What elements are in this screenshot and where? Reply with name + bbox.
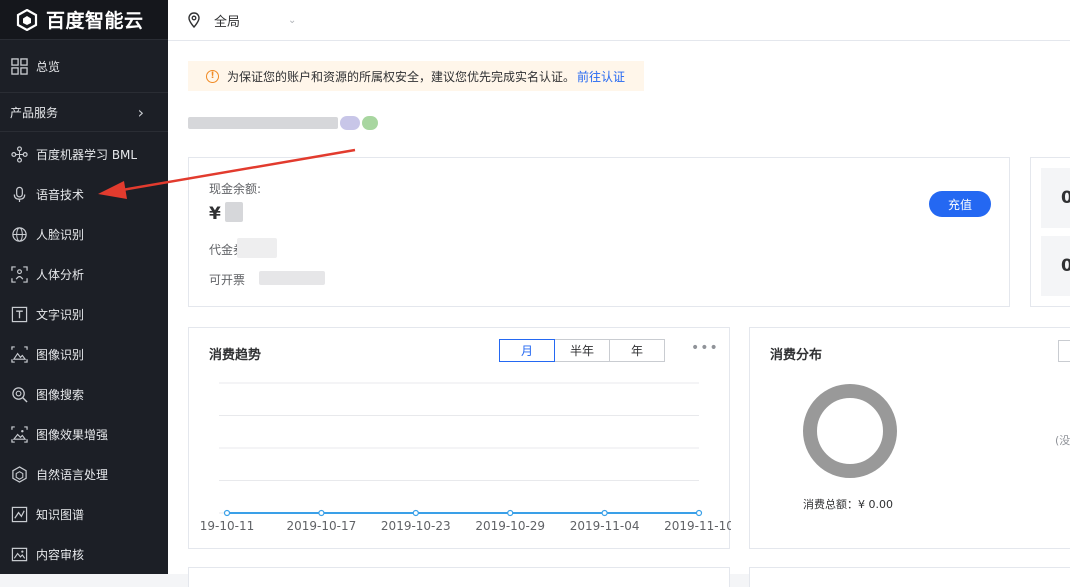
spending-distribution-card: 消费分布 消费总额：¥ 0.00 (没 [749, 327, 1070, 549]
redacted-badge [340, 116, 360, 130]
location-pin-icon [188, 12, 200, 28]
x-tick-label: 2019-10-17 [287, 519, 357, 533]
redacted-voucher [237, 238, 277, 258]
brand-logo[interactable]: 百度智能云 [0, 0, 168, 40]
balance-card: 现金余额: ¥ 代金券 可开票 充值 [188, 157, 1010, 307]
sidebar-item-content-review[interactable]: 内容审核 [0, 534, 168, 574]
x-tick-label: 2019-10-23 [381, 519, 451, 533]
invoice-label: 可开票 [209, 273, 246, 287]
summary-side-card: 0 0 [1030, 157, 1070, 307]
currency-symbol: ¥ [209, 204, 221, 224]
sidebar-item-nlp[interactable]: 自然语言处理 [0, 454, 168, 494]
sidebar-item-label: 图像搜索 [36, 387, 85, 402]
distribution-donut [803, 384, 897, 478]
sidebar-section-label: 产品服务 [10, 105, 59, 120]
donut-ring [803, 384, 897, 478]
recharge-button[interactable]: 充值 [929, 191, 991, 217]
sidebar-section-products[interactable]: 产品服务 › [0, 92, 168, 132]
data-point [601, 509, 608, 517]
distribution-title: 消费分布 [770, 348, 823, 363]
welcome-line [188, 113, 380, 133]
sidebar-item-image-search[interactable]: 图像搜索 [0, 374, 168, 414]
sidebar-item-ocr[interactable]: 文字识别 [0, 294, 168, 334]
body-scan-icon [10, 265, 28, 283]
region-selector[interactable]: 全局 [214, 11, 240, 30]
bottom-card-left [188, 567, 730, 587]
sidebar-item-face[interactable]: 人脸识别 [0, 214, 168, 254]
period-toggle: 月 半年 年 [499, 339, 665, 362]
sidebar-item-speech[interactable]: 语音技术 [0, 174, 168, 214]
sidebar-item-image-recognition[interactable]: 图像识别 [0, 334, 168, 374]
image-search-icon [10, 385, 28, 403]
bottom-card-right [749, 567, 1070, 587]
sidebar-item-image-enhance[interactable]: 图像效果增强 [0, 414, 168, 454]
image-enhance-icon [10, 425, 28, 443]
data-point [223, 509, 231, 517]
chevron-down-icon[interactable]: ⌄ [288, 15, 296, 26]
top-bar: 全局 ⌄ [168, 0, 1070, 41]
sidebar-item-label: 语音技术 [36, 187, 85, 202]
distribution-total: 消费总额：¥ 0.00 [803, 498, 893, 511]
sidebar-item-label: 百度机器学习 BML [36, 147, 138, 162]
image-icon [10, 345, 28, 363]
chevron-right-icon: › [137, 102, 144, 122]
trend-title: 消费趋势 [209, 348, 262, 363]
sidebar-item-label: 总览 [36, 59, 61, 74]
redacted-invoice [259, 271, 325, 285]
no-data-text: (没 [1055, 434, 1070, 447]
spending-trend-card: 消费趋势 月 半年 年 ••• 19-10-11 2019-10-17 2019-1… [188, 327, 731, 549]
microphone-icon [10, 185, 28, 203]
sidebar-item-label: 图像识别 [36, 347, 85, 362]
sidebar-item-label: 文字识别 [36, 307, 85, 322]
content-review-icon [10, 545, 28, 563]
summary-value: 0 [1041, 168, 1070, 228]
redacted-username [188, 117, 338, 129]
text-box-icon [10, 305, 28, 323]
more-options-icon[interactable]: ••• [691, 340, 719, 356]
tab-month[interactable]: 月 [499, 339, 555, 362]
brand-name: 百度智能云 [46, 10, 144, 32]
sidebar-item-bml[interactable]: 百度机器学习 BML [0, 134, 168, 174]
tab-year[interactable]: 年 [609, 339, 665, 362]
data-point [695, 509, 703, 517]
grid-icon [10, 57, 28, 75]
verification-notice: ! 为保证您的账户和资源的所属权安全，建议您优先完成实名认证。 前往认证 [188, 61, 644, 91]
sidebar-item-label: 人体分析 [36, 267, 85, 282]
sidebar-item-label: 内容审核 [36, 547, 85, 562]
sidebar: 百度智能云 总览 产品服务 › 百度机器学习 BML 语音技术 人脸识别 人体分… [0, 0, 168, 574]
cash-balance-label: 现金余额: [209, 182, 262, 196]
data-point [318, 509, 325, 517]
sidebar-item-body[interactable]: 人体分析 [0, 254, 168, 294]
warning-icon: ! [206, 69, 219, 83]
cloud-logo-icon [16, 8, 38, 31]
nlp-icon [10, 465, 28, 483]
sidebar-item-overview[interactable]: 总览 [0, 40, 168, 92]
sidebar-item-label: 自然语言处理 [36, 467, 109, 482]
x-tick-label: 2019-11-10 [664, 519, 731, 533]
ml-icon [10, 145, 28, 163]
sidebar-item-label: 人脸识别 [36, 227, 85, 242]
data-point [412, 509, 419, 517]
dashboard-main: ! 为保证您的账户和资源的所属权安全，建议您优先完成实名认证。 前往认证 现金余… [168, 41, 1070, 587]
globe-icon [10, 225, 28, 243]
data-point [507, 509, 514, 517]
summary-value: 0 [1041, 236, 1070, 296]
tab-half-year[interactable]: 半年 [554, 339, 610, 362]
x-tick-label: 2019-10-29 [475, 519, 545, 533]
sidebar-item-knowledge-graph[interactable]: 知识图谱 [0, 494, 168, 534]
x-tick-label: 19-10-11 [200, 519, 254, 533]
knowledge-graph-icon [10, 505, 28, 523]
verify-link[interactable]: 前往认证 [577, 68, 625, 85]
sidebar-item-label: 知识图谱 [36, 507, 85, 522]
sidebar-item-label: 图像效果增强 [36, 427, 109, 442]
redacted-amount [225, 202, 243, 222]
distribution-selector[interactable] [1058, 340, 1070, 362]
trend-line-chart: 19-10-11 2019-10-17 2019-10-23 2019-10-29 20… [200, 382, 731, 533]
notice-text: 为保证您的账户和资源的所属权安全，建议您优先完成实名认证。 [227, 69, 576, 84]
x-tick-label: 2019-11-04 [570, 519, 640, 533]
redacted-badge [362, 116, 378, 130]
